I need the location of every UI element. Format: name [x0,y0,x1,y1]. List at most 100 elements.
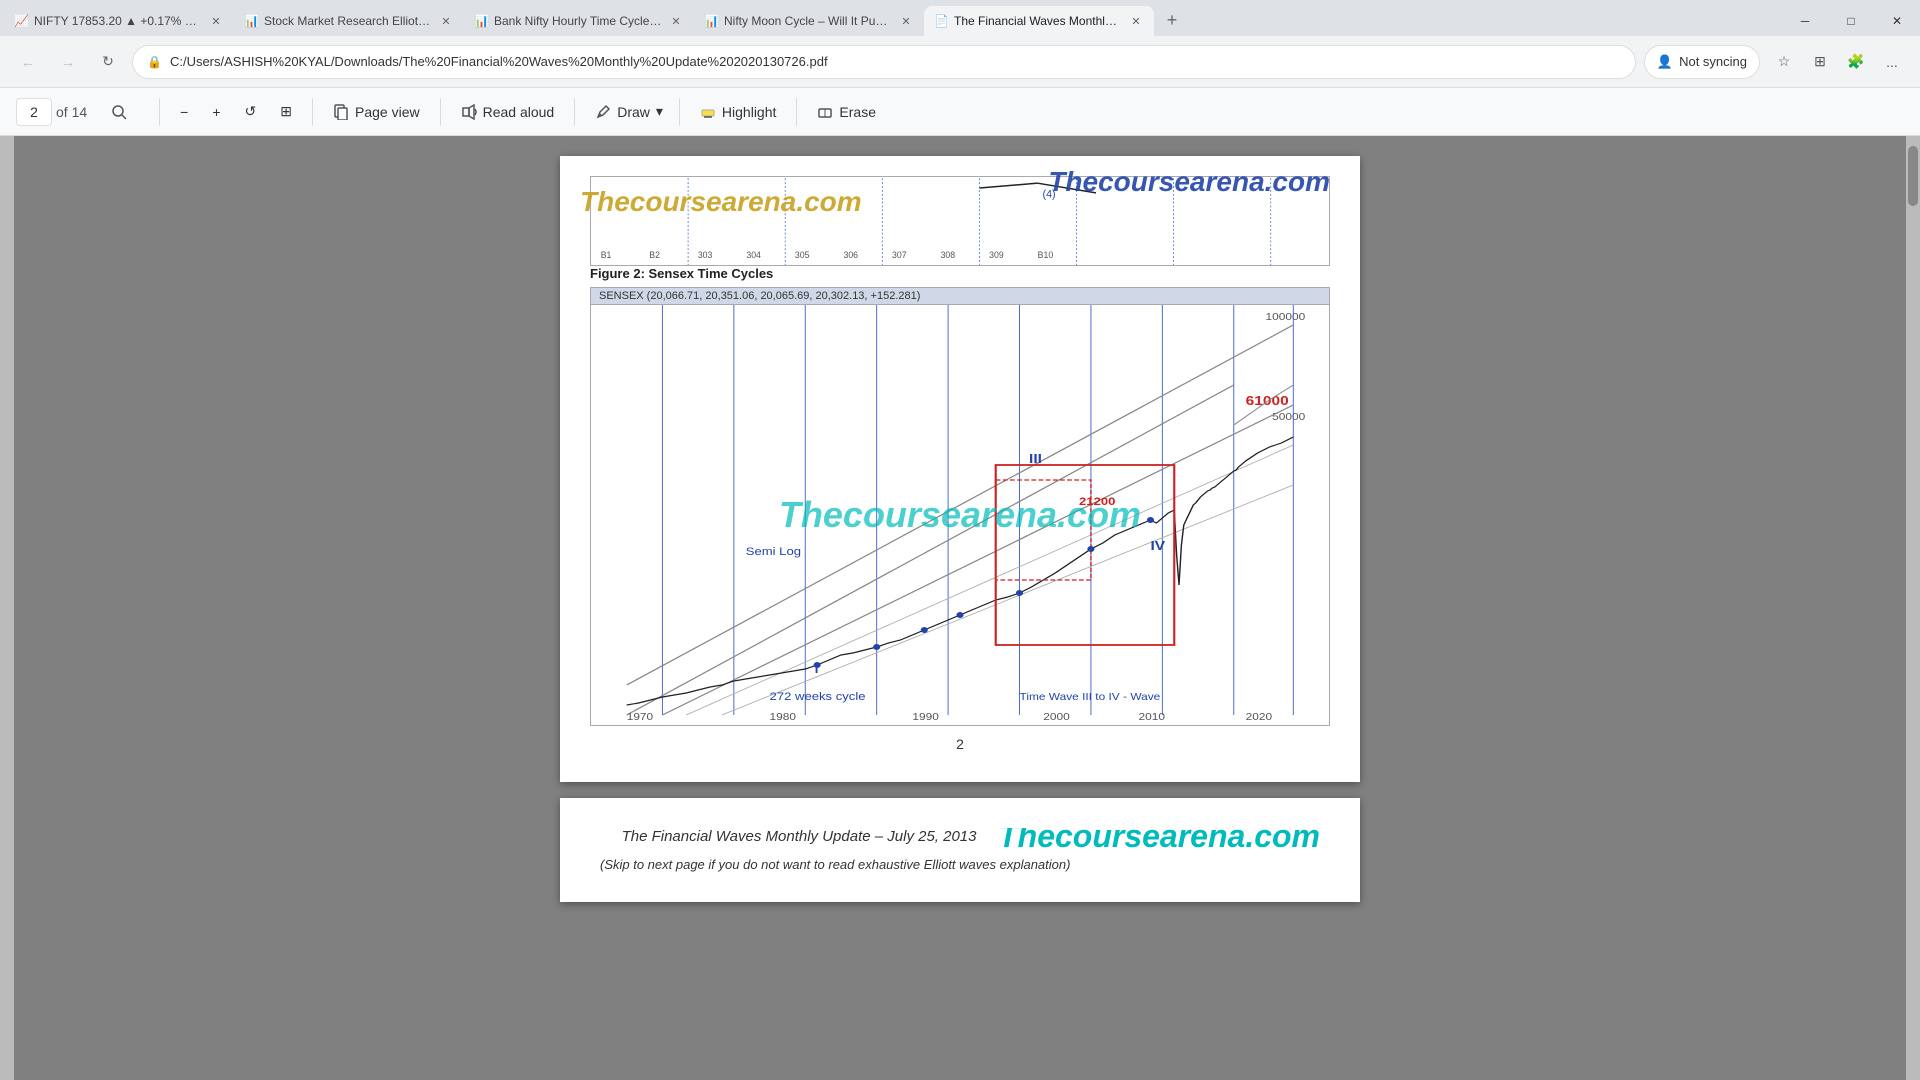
extensions-button[interactable]: 🧩 [1840,46,1872,78]
page-view-button[interactable]: Page view [321,98,432,126]
svg-text:B10: B10 [1038,250,1054,260]
tab-favicon-3: 📊 [474,14,488,28]
page-total-label: of 14 [56,104,87,120]
pdf-page-content: (4) B1 B2 303 304 305 [560,156,1360,782]
pdf-page-2: (4) B1 B2 303 304 305 [560,156,1360,782]
tab-nifty[interactable]: 📈 NIFTY 17853.20 ▲ +0.17% Unn... ✕ [4,6,234,36]
svg-text:1980: 1980 [770,712,796,723]
rotate-button[interactable]: ↺ [233,97,269,126]
tab-financial-waves[interactable]: 📄 The Financial Waves Monthly U... ✕ [924,6,1154,36]
watermark-center: Thecoursearena.com [779,494,1141,536]
erase-button[interactable]: Erase [805,98,888,126]
new-tab-button[interactable]: + [1158,6,1186,34]
search-button[interactable] [103,96,135,128]
fit-page-button[interactable]: ⊞ [268,97,304,126]
tab-stock-research[interactable]: 📊 Stock Market Research Elliott W... ✕ [234,6,464,36]
svg-text:309: 309 [989,250,1004,260]
url-display: C:/Users/ASHISH%20KYAL/Downloads/The%20F… [170,54,1621,69]
toolbar-separator-4 [574,98,575,126]
highlight-button[interactable]: Highlight [688,98,788,126]
toolbar-separator-1 [159,98,160,126]
toolbar-separator-3 [440,98,441,126]
tab-close-4[interactable]: ✕ [898,13,914,29]
browser-toolbar: ☆ ⊞ 🧩 ... [1768,46,1908,78]
svg-text:307: 307 [892,250,907,260]
svg-text:B2: B2 [649,250,660,260]
svg-text:272 weeks cycle: 272 weeks cycle [770,690,866,703]
svg-text:1970: 1970 [627,712,653,723]
tab-title-1: NIFTY 17853.20 ▲ +0.17% Unn... [34,14,202,28]
page-indicator: of 14 [16,98,87,126]
svg-text:Time Wave III to IV - Wave: Time Wave III to IV - Wave [1020,692,1161,703]
sensex-chart: SENSEX (20,066.71, 20,351.06, 20,065.69,… [590,287,1330,726]
tab-close-5[interactable]: ✕ [1128,13,1144,29]
tab-favicon-4: 📊 [704,14,718,28]
scrollbar-left [0,136,14,1080]
highlight-icon [700,104,716,120]
zoom-in-button[interactable]: + [200,98,232,126]
tab-close-1[interactable]: ✕ [208,13,224,29]
page-number-input[interactable] [16,98,52,126]
not-syncing-label: Not syncing [1679,54,1747,69]
address-bar: ← → ↻ 🔒 C:/Users/ASHISH%20KYAL/Downloads… [0,36,1920,88]
scroll-thumb[interactable] [1908,146,1918,206]
svg-text:B1: B1 [601,250,612,260]
window-controls: ─ □ ✕ [1782,6,1920,36]
svg-text:306: 306 [843,250,858,260]
more-button[interactable]: ... [1876,46,1908,78]
minimize-button[interactable]: ─ [1782,3,1828,39]
tab-title-3: Bank Nifty Hourly Time Cycles... [494,14,662,28]
draw-icon [595,104,611,120]
svg-text:2020: 2020 [1246,712,1272,723]
draw-dropdown-arrow: ▾ [656,103,663,120]
url-bar[interactable]: 🔒 C:/Users/ASHISH%20KYAL/Downloads/The%2… [132,45,1636,79]
read-aloud-button[interactable]: Read aloud [449,98,567,126]
pdf-viewport[interactable]: (4) B1 B2 303 304 305 [14,136,1906,1080]
svg-text:305: 305 [795,250,810,260]
tab-bank-nifty[interactable]: 📊 Bank Nifty Hourly Time Cycles... ✕ [464,6,694,36]
svg-text:303: 303 [698,250,713,260]
watermark-top-left: Thecoursearena.com [580,186,862,218]
back-button[interactable]: ← [12,46,44,78]
refresh-button[interactable]: ↻ [92,46,124,78]
tab-favicon-1: 📈 [14,14,28,28]
main-content: (4) B1 B2 303 304 305 [0,136,1920,1080]
maximize-button[interactable]: □ [1828,3,1874,39]
toolbar-separator-6 [796,98,797,126]
read-aloud-icon [461,104,477,120]
figure-label: Figure 2: Sensex Time Cycles [590,266,1340,281]
pdf-page-next: Thecoursearena.com The Financial Waves M… [560,798,1360,902]
not-syncing-button[interactable]: 👤 Not syncing [1644,45,1760,79]
svg-text:1990: 1990 [912,712,938,723]
favorites-button[interactable]: ☆ [1768,46,1800,78]
collections-button[interactable]: ⊞ [1804,46,1836,78]
search-icon [111,104,127,120]
tab-close-3[interactable]: ✕ [668,13,684,29]
svg-text:304: 304 [746,250,761,260]
close-button[interactable]: ✕ [1874,3,1920,39]
svg-text:100000: 100000 [1266,312,1306,323]
chart-body: Thecoursearena.com 100000 50000 [591,305,1329,725]
svg-text:III: III [1029,452,1042,467]
tab-close-2[interactable]: ✕ [438,13,454,29]
svg-text:IV: IV [1150,539,1165,554]
watermark-next-page: Thecoursearena.com [998,828,1320,855]
scrollbar-right[interactable] [1906,136,1920,1080]
page-number: 2 [580,726,1340,762]
chart-title: SENSEX (20,066.71, 20,351.06, 20,065.69,… [599,290,920,302]
tab-title-4: Nifty Moon Cycle – Will It Push... [724,14,892,28]
forward-button[interactable]: → [52,46,84,78]
url-security-icon: 🔒 [147,55,162,69]
zoom-out-button[interactable]: − [168,98,200,126]
tab-nifty-moon[interactable]: 📊 Nifty Moon Cycle – Will It Push... ✕ [694,6,924,36]
toolbar-separator-5 [679,98,680,126]
toolbar-separator-2 [312,98,313,126]
chart-header: SENSEX (20,066.71, 20,351.06, 20,065.69,… [591,288,1329,305]
tab-bar: 📈 NIFTY 17853.20 ▲ +0.17% Unn... ✕ 📊 Sto… [0,0,1920,36]
tab-title-2: Stock Market Research Elliott W... [264,14,432,28]
svg-text:2000: 2000 [1043,712,1069,723]
pdf-toolbar: of 14 − + ↺ ⊞ Page view Read aloud [0,88,1920,136]
draw-button[interactable]: Draw ▾ [583,97,671,126]
tab-favicon-2: 📊 [244,14,258,28]
tab-favicon-5: 📄 [934,14,948,28]
